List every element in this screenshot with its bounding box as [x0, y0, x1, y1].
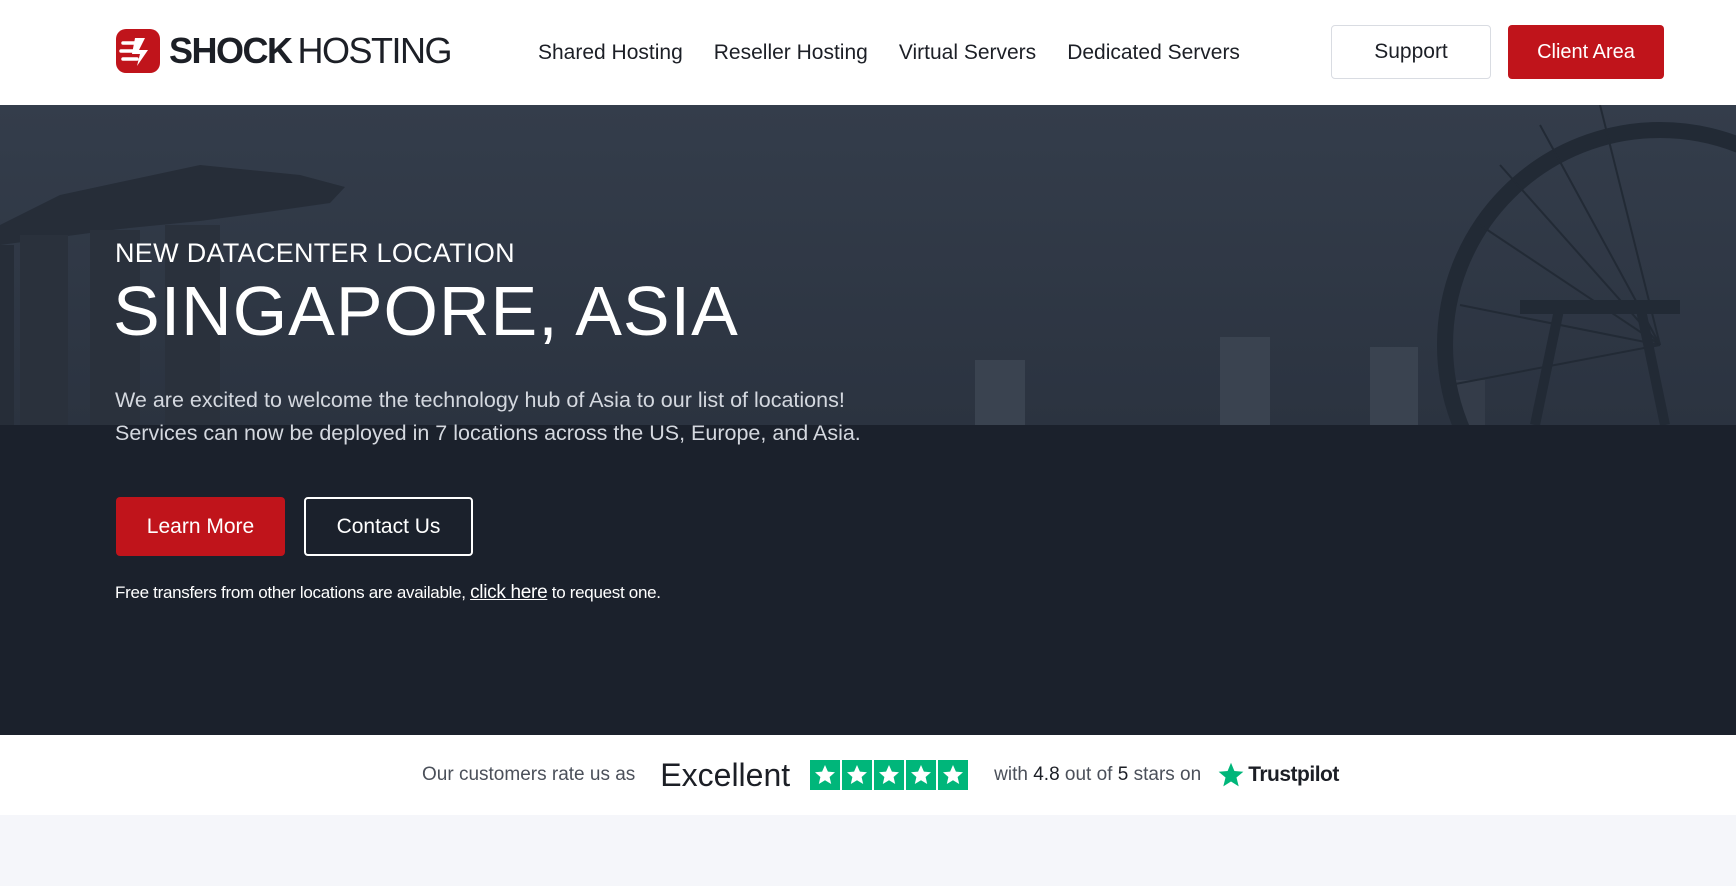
- trustpilot-strip: Our customers rate us as Excellent with …: [0, 735, 1736, 815]
- trustpilot-wordmark: Trustpilot: [1248, 763, 1339, 786]
- star-icon: [810, 760, 841, 790]
- brand-name-light: HOSTING: [297, 30, 453, 71]
- top-navbar: SHOCK HOSTING Shared Hosting Reseller Hos…: [0, 0, 1736, 105]
- trustpilot-star-icon: [1218, 762, 1244, 787]
- hero-headline: SINGAPORE, ASIA: [113, 272, 739, 350]
- trust-score-text: with 4.8 out of 5 stars on: [994, 764, 1201, 786]
- hero-banner: NEW DATACENTER LOCATION SINGAPORE, ASIA …: [0, 105, 1736, 735]
- hero-eyebrow: NEW DATACENTER LOCATION: [115, 238, 515, 268]
- main-nav: Shared Hosting Reseller Hosting Virtual …: [538, 0, 1271, 105]
- trustpilot-logo[interactable]: Trustpilot: [1217, 761, 1339, 789]
- transfer-note-prefix: Free transfers from other locations are …: [115, 583, 471, 602]
- hero-description: We are excited to welcome the technology…: [115, 384, 861, 450]
- learn-more-button[interactable]: Learn More: [116, 497, 285, 556]
- trust-stars-on: stars on: [1133, 764, 1202, 785]
- nav-reseller-hosting[interactable]: Reseller Hosting: [714, 41, 868, 65]
- nav-virtual-servers[interactable]: Virtual Servers: [899, 41, 1036, 65]
- page-below-fold: [0, 815, 1736, 886]
- shock-logo-icon: [116, 29, 160, 73]
- nav-dedicated-servers[interactable]: Dedicated Servers: [1067, 41, 1240, 65]
- trust-out-of: out of: [1064, 764, 1113, 785]
- nav-shared-hosting[interactable]: Shared Hosting: [538, 41, 683, 65]
- trustpilot-widget[interactable]: Our customers rate us as Excellent with …: [422, 735, 1339, 815]
- brand-name-bold: SHOCK: [169, 30, 293, 71]
- trust-max: 5: [1117, 764, 1129, 785]
- star-icon: [906, 760, 937, 790]
- contact-us-button[interactable]: Contact Us: [304, 497, 473, 556]
- transfer-request-link[interactable]: click here: [470, 582, 548, 603]
- hero-description-line-1: We are excited to welcome the technology…: [115, 388, 845, 412]
- trust-lead-text: Our customers rate us as: [422, 764, 636, 785]
- star-icon: [842, 760, 873, 790]
- support-button[interactable]: Support: [1331, 25, 1491, 79]
- hero-description-line-2: Services can now be deployed in 7 locati…: [115, 421, 861, 445]
- brand-wordmark: SHOCK HOSTING: [169, 30, 453, 72]
- trust-score: 4.8: [1033, 764, 1060, 785]
- trust-rating-word: Excellent: [660, 756, 791, 793]
- client-area-button[interactable]: Client Area: [1508, 25, 1664, 79]
- star-icon: [938, 760, 969, 790]
- transfer-note: Free transfers from other locations are …: [115, 582, 661, 604]
- brand-logo[interactable]: SHOCK HOSTING: [115, 28, 453, 74]
- star-icon: [874, 760, 905, 790]
- trust-stars: [810, 760, 970, 790]
- trust-with-word: with: [994, 764, 1028, 785]
- transfer-note-suffix: to request one.: [547, 583, 661, 602]
